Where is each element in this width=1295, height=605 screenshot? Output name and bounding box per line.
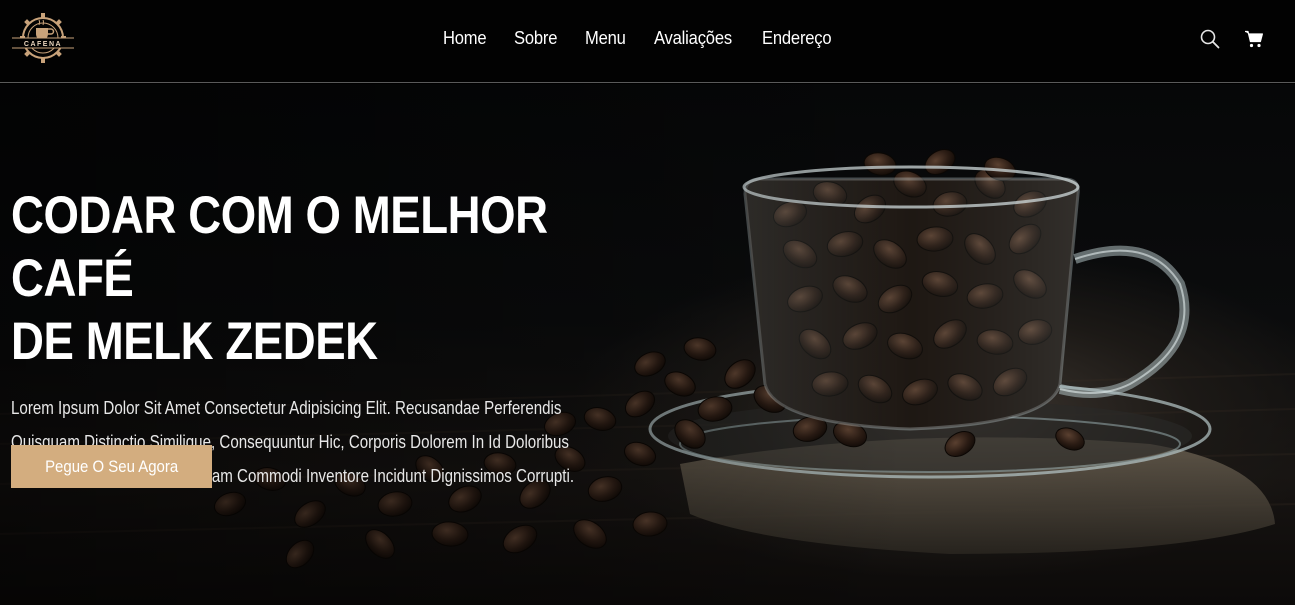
nav-link-home[interactable]: Home xyxy=(443,28,487,49)
hero-title-line-2: DE MELK ZEDEK xyxy=(11,312,378,371)
main-nav: Home Sobre Menu Avaliações Endereço xyxy=(443,28,862,49)
cafena-logo[interactable]: CAFENA xyxy=(10,10,76,66)
hero-title: CODAR COM O MELHOR CAFÉ DE MELK ZEDEK xyxy=(11,184,665,373)
nav-link-endereco[interactable]: Endereço xyxy=(762,28,832,49)
cta-button-label: Pegue O Seu Agora xyxy=(44,456,179,476)
logo-text: CAFENA xyxy=(24,41,62,48)
nav-icons xyxy=(1199,28,1265,50)
cart-icon[interactable] xyxy=(1243,28,1265,50)
nav-link-sobre[interactable]: Sobre xyxy=(514,28,557,49)
hero-content: CODAR COM O MELHOR CAFÉ DE MELK ZEDEK Lo… xyxy=(11,184,671,493)
hero-title-line-1: CODAR COM O MELHOR CAFÉ xyxy=(11,186,548,308)
nav-link-menu[interactable]: Menu xyxy=(585,28,626,49)
coffee-cup-gear-icon: CAFENA xyxy=(12,13,74,63)
search-icon[interactable] xyxy=(1199,28,1221,50)
cta-button[interactable]: Pegue O Seu Agora xyxy=(11,445,212,488)
hero-text-line-1: Lorem Ipsum Dolor Sit Amet Consectetur A… xyxy=(11,398,562,418)
nav-link-avaliacoes[interactable]: Avaliações xyxy=(654,28,732,49)
navbar: CAFENA Home Sobre Menu Avaliações Endere… xyxy=(0,0,1295,83)
hero-section: CODAR COM O MELHOR CAFÉ DE MELK ZEDEK Lo… xyxy=(0,84,1295,605)
